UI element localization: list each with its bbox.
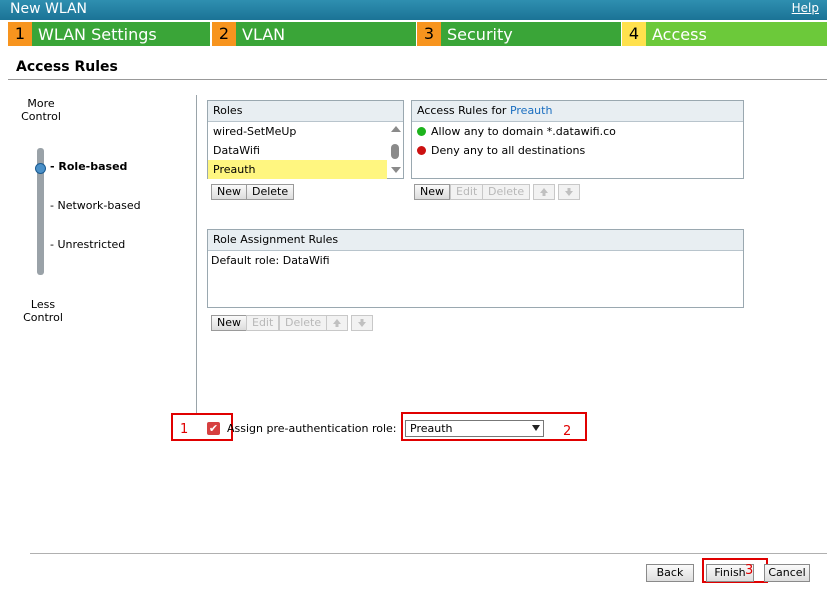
slider-option-role-based[interactable]: - Role-based [50,160,127,173]
allow-status-icon [417,127,426,136]
access-rules-new-button[interactable]: New [414,184,450,200]
section-title: Access Rules [16,59,118,75]
arrow-down-icon [358,319,366,327]
deny-status-icon [417,146,426,155]
step-label: WLAN Settings [32,22,210,46]
control-slider-handle[interactable] [35,163,46,174]
access-rules-panel: Access Rules for Preauth Allow any to do… [411,100,744,179]
slider-option-network-based[interactable]: - Network-based [50,199,141,212]
arrow-up-icon [333,319,341,327]
step-vlan[interactable]: 2 VLAN [212,22,416,46]
role-item-wired-setmeup[interactable]: wired-SetMeUp [208,122,403,141]
access-rules-header: Access Rules for Preauth [412,101,743,122]
roles-panel: Roles wired-SetMeUp DataWifi Preauth [207,100,404,179]
arrow-down-icon [565,188,573,196]
chevron-down-icon [532,425,540,431]
default-role-text: Default role: DataWifi [211,254,330,267]
annotation-number-3: 3 [745,563,754,578]
step-label: Access [646,22,827,46]
step-number: 3 [417,22,441,46]
role-assignment-header: Role Assignment Rules [208,230,743,251]
slider-top-line-2: Control [21,110,61,123]
preauth-role-label: Assign pre-authentication role: [227,422,397,435]
scroll-thumb[interactable] [391,144,399,159]
roles-delete-button[interactable]: Delete [246,184,295,200]
access-rule-item[interactable]: Deny any to all destinations [412,141,743,160]
access-rules-edit-button[interactable]: Edit [450,184,484,200]
title-bar [0,0,827,20]
step-label: VLAN [236,22,416,46]
access-rules-header-prefix: Access Rules for [417,104,507,117]
slider-top-line-1: More [27,97,55,110]
checkmark-icon: ✔ [208,422,219,435]
step-number: 4 [622,22,646,46]
access-rules-header-role: Preauth [509,104,553,117]
cancel-button[interactable]: Cancel [764,564,810,582]
role-item-preauth[interactable]: Preauth [208,160,387,179]
role-assignment-move-up-button[interactable] [326,315,348,331]
slider-bottom-line-2: Control [23,311,63,324]
preauth-role-select-value: Preauth [410,422,453,435]
access-rule-item[interactable]: Allow any to domain *.datawifi.co [412,122,743,141]
role-item-datawifi[interactable]: DataWifi [208,141,403,160]
role-assignment-panel: Role Assignment Rules Default role: Data… [207,229,744,308]
slider-bottom-caption: Less Control [8,298,78,324]
step-security[interactable]: 3 Security [417,22,621,46]
annotation-number-2: 2 [563,424,572,439]
roles-scrollbar[interactable] [388,121,402,177]
role-assignment-new-button[interactable]: New [211,315,247,331]
step-access[interactable]: 4 Access [622,22,827,46]
slider-bottom-line-1: Less [30,298,56,311]
role-assignment-delete-button[interactable]: Delete [279,315,328,331]
access-rules-delete-button[interactable]: Delete [482,184,531,200]
scroll-down-icon[interactable] [391,167,401,173]
scroll-up-icon[interactable] [391,126,401,132]
role-assignment-edit-button[interactable]: Edit [246,315,280,331]
window-title: New WLAN [10,1,87,17]
roles-header: Roles [208,101,403,122]
preauth-role-checkbox[interactable]: ✔ [207,422,220,435]
access-rules-move-up-button[interactable] [533,184,555,200]
roles-new-button[interactable]: New [211,184,247,200]
step-wlan-settings[interactable]: 1 WLAN Settings [8,22,210,46]
slider-option-unrestricted[interactable]: - Unrestricted [50,238,125,251]
arrow-up-icon [540,188,548,196]
role-assignment-move-down-button[interactable] [351,315,373,331]
preauth-role-select[interactable]: Preauth [405,420,544,437]
step-number: 1 [8,22,32,46]
section-header [8,56,827,80]
step-label: Security [441,22,621,46]
annotation-number-1: 1 [180,422,189,437]
help-link[interactable]: Help [792,0,819,20]
back-button[interactable]: Back [646,564,694,582]
step-number: 2 [212,22,236,46]
access-rule-text: Deny any to all destinations [431,144,586,157]
slider-top-caption: More Control [6,97,76,123]
vertical-divider [196,95,197,413]
access-rules-move-down-button[interactable] [558,184,580,200]
access-rule-text: Allow any to domain *.datawifi.co [431,125,616,138]
wizard-steps: 1 WLAN Settings 2 VLAN 3 Security 4 Acce… [8,22,827,46]
footer-divider [30,553,827,554]
